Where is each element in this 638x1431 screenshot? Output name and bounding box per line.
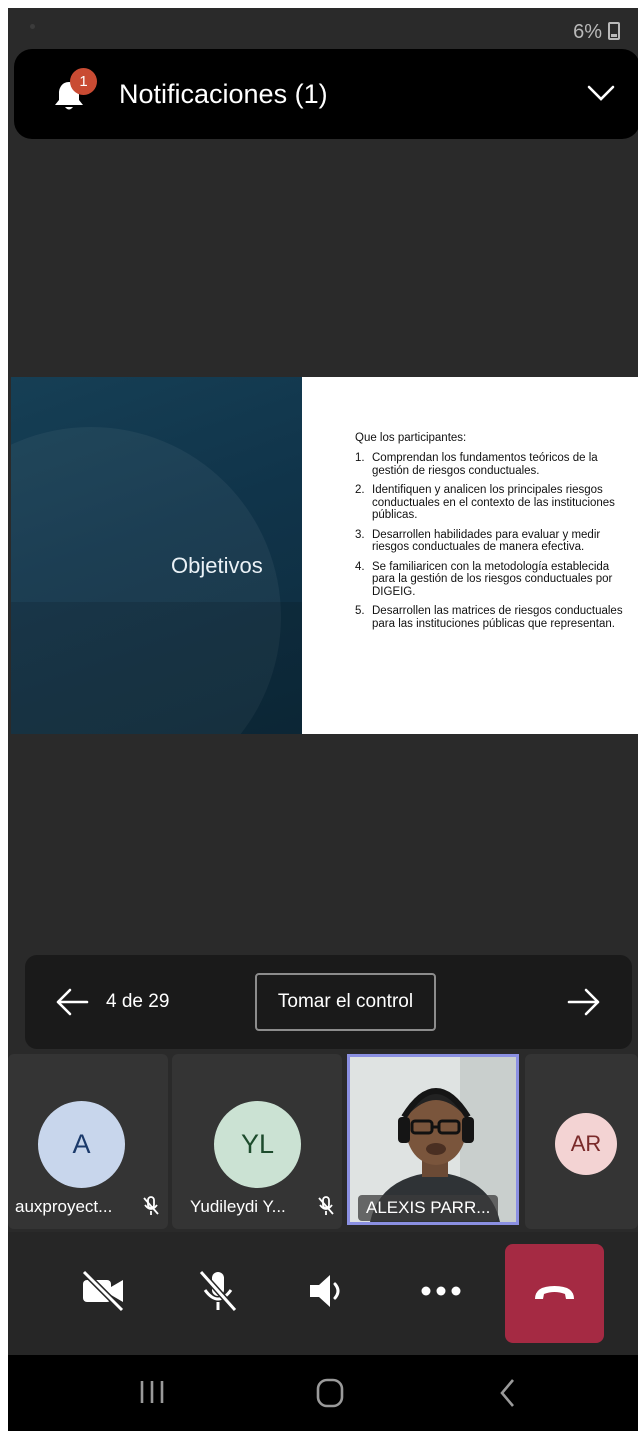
speaker-icon[interactable] [306, 1268, 352, 1319]
battery-level: 6% [573, 21, 602, 43]
notifications-title: Notificaciones (1) [119, 79, 328, 109]
battery-charging-icon [608, 22, 620, 40]
objectives-list: 1. Comprendan los fundamentos teóricos de… [355, 452, 625, 637]
more-icon[interactable] [418, 1268, 464, 1319]
notification-count-badge: 1 [70, 68, 97, 95]
shared-slide: Objetivos Que los participantes: 1. Compr… [11, 377, 638, 734]
slide-content-panel: Que los participantes: 1. Comprendan los … [302, 377, 638, 734]
call-controls-bar [8, 1232, 638, 1355]
slide-intro: Que los participantes: [355, 432, 467, 444]
objective-item: 4. Se familiaricen con la metodología est… [355, 560, 613, 598]
avatar: AR [555, 1113, 617, 1175]
take-control-button[interactable]: Tomar el control [255, 973, 436, 1031]
mic-off-icon[interactable] [195, 1268, 241, 1319]
slide-counter: 4 de 29 [106, 991, 170, 1012]
objective-item: 2. Identifiquen y analicen los principale… [355, 484, 615, 521]
presentation-controls: 4 de 29 Tomar el control [25, 955, 632, 1049]
phone-screen: 6% 1 Notificaciones (1) Objetivos Que lo… [8, 8, 638, 1431]
mic-muted-icon [142, 1195, 160, 1222]
next-slide-button[interactable] [567, 987, 601, 1022]
avatar: A [38, 1101, 125, 1188]
status-bar: 6% [8, 8, 638, 48]
participant-tile[interactable]: AR [525, 1054, 638, 1229]
recent-apps-icon[interactable] [138, 1377, 166, 1412]
notifications-banner[interactable]: 1 Notificaciones (1) [14, 49, 638, 139]
mic-muted-icon [317, 1195, 335, 1222]
participant-name: auxproyect... [15, 1197, 113, 1216]
system-nav-bar [8, 1355, 638, 1431]
slide-title-panel: Objetivos [11, 377, 302, 734]
participant-name: ALEXIS PARR... [358, 1195, 499, 1221]
slide-title: Objetivos [171, 553, 263, 578]
participant-name: Yudileydi Y... [190, 1197, 286, 1216]
participants-strip: A auxproyect... YL Yudileydi Y... ALEXIS… [8, 1054, 638, 1229]
home-icon[interactable] [315, 1377, 345, 1414]
participant-tile[interactable]: YL Yudileydi Y... [172, 1054, 342, 1229]
objective-item: 1. Comprendan los fundamentos teóricos de… [355, 452, 598, 477]
previous-slide-button[interactable] [55, 987, 89, 1022]
objective-item: 3. Desarrollen habilidades para evaluar y… [355, 528, 601, 554]
back-icon[interactable] [498, 1377, 518, 1414]
video-off-icon[interactable] [80, 1268, 126, 1319]
objective-item: 5. Desarrollen las matrices de riesgos co… [355, 605, 623, 630]
participant-tile[interactable]: A auxproyect... [8, 1054, 168, 1229]
hang-up-button[interactable] [505, 1244, 604, 1343]
hang-up-icon [535, 1286, 574, 1299]
participant-video-tile[interactable]: ALEXIS PARR... [347, 1054, 519, 1225]
avatar: YL [214, 1101, 301, 1188]
chevron-down-icon[interactable] [586, 83, 616, 108]
notification-dot [30, 24, 35, 29]
